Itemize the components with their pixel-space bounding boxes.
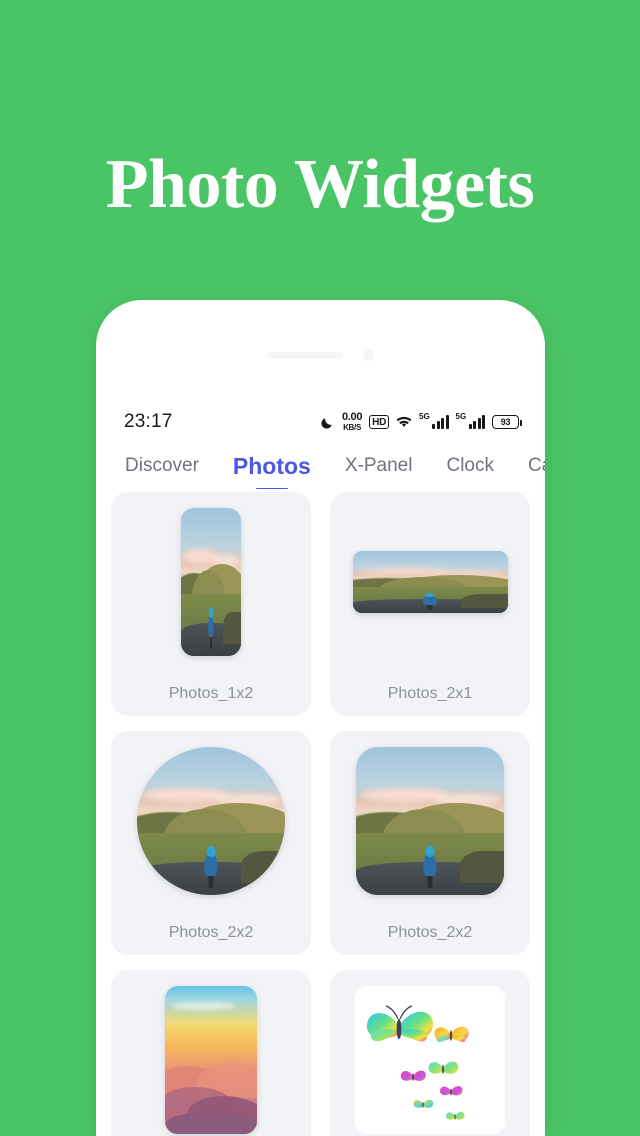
- signal-indicator-1: 5G: [419, 412, 449, 429]
- photo-sunset-mountains: [165, 986, 257, 1134]
- widget-preview: [330, 492, 530, 672]
- signal-1-label: 5G: [419, 412, 430, 421]
- widget-card-photos-2x2-square[interactable]: Photos_2x2: [330, 731, 530, 955]
- hd-badge-label: HD: [372, 416, 386, 428]
- signal-1-bars-icon: [432, 415, 449, 429]
- battery-level-label: 93: [500, 417, 511, 427]
- speaker-slot-icon: [267, 351, 343, 359]
- photo-cyclist-portrait: [181, 508, 241, 656]
- widget-preview: [111, 492, 311, 672]
- front-camera-icon: [363, 349, 374, 361]
- wifi-icon: [396, 416, 412, 427]
- page-title: Photo Widgets: [105, 146, 535, 223]
- phone-mockup: 23:17 0.00 KB/S HD 5G 5G 93 Discover Pho…: [96, 300, 545, 1136]
- tab-bar: Discover Photos X-Panel Clock Ca: [96, 445, 545, 489]
- status-icon-group: 0.00 KB/S HD 5G 5G 93: [320, 411, 522, 432]
- status-bar: 23:17 0.00 KB/S HD 5G 5G 93: [96, 408, 545, 436]
- widget-card-photos-2x1[interactable]: Photos_2x1: [330, 492, 530, 716]
- widget-preview: [330, 731, 530, 911]
- photo-butterflies: [355, 986, 505, 1134]
- widget-label: Photos_1x2: [168, 685, 254, 702]
- butterflies-icon: [366, 1005, 469, 1120]
- signal-indicator-2: 5G: [455, 412, 485, 429]
- signal-2-label: 5G: [455, 412, 467, 421]
- tab-x-panel[interactable]: X-Panel: [345, 455, 413, 479]
- widget-preview: [111, 970, 311, 1136]
- moon-icon: [321, 417, 332, 429]
- network-speed-value: 0.00: [341, 411, 363, 423]
- widget-label: Photos_2x1: [387, 685, 473, 702]
- signal-2-bars-icon: [468, 415, 485, 429]
- photo-cyclist-circle: [137, 747, 285, 895]
- widget-preview: [111, 731, 311, 911]
- tab-discover[interactable]: Discover: [125, 455, 199, 479]
- photo-cyclist-square: [356, 747, 504, 895]
- phone-top-hardware: [96, 348, 545, 362]
- widget-card-sunset-poster[interactable]: [111, 970, 311, 1136]
- tab-calendar[interactable]: Ca: [528, 455, 545, 479]
- widget-label: Photos_2x2: [168, 924, 254, 941]
- widget-card-butterflies[interactable]: [330, 970, 530, 1136]
- widget-card-photos-1x2[interactable]: Photos_1x2: [111, 492, 311, 716]
- photo-cyclist-landscape: [352, 551, 508, 613]
- widget-grid: Photos_1x2 Photos_2x1 Photos_2x2 Photos_…: [96, 492, 545, 1136]
- tab-clock[interactable]: Clock: [446, 455, 494, 479]
- widget-preview: [330, 970, 530, 1136]
- status-time: 23:17: [124, 411, 173, 432]
- widget-label: Photos_2x2: [387, 924, 473, 941]
- battery-icon: 93: [492, 415, 522, 429]
- hd-badge-icon: HD: [369, 415, 389, 429]
- network-speed-unit: KB/S: [343, 423, 361, 432]
- widget-card-photos-2x2-circle[interactable]: Photos_2x2: [111, 731, 311, 955]
- tab-photos[interactable]: Photos: [233, 453, 311, 482]
- network-speed-indicator: 0.00 KB/S: [341, 411, 363, 432]
